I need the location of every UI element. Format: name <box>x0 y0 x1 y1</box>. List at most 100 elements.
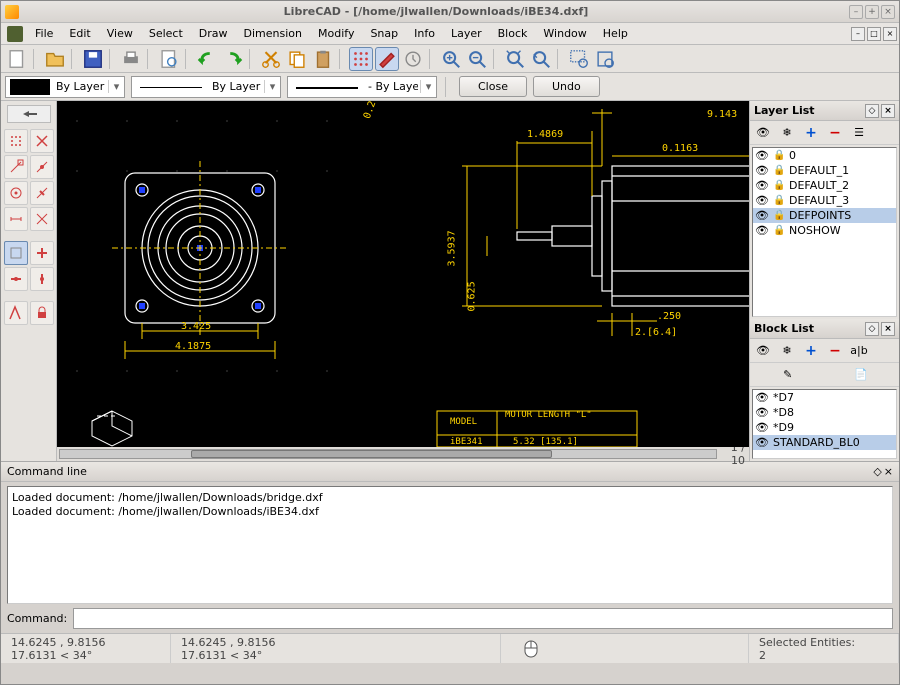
new-file-button[interactable] <box>5 47 29 71</box>
lock-icon[interactable]: 🔒 <box>773 225 785 236</box>
block-row[interactable]: 👁*D8 <box>753 405 896 420</box>
menu-edit[interactable]: Edit <box>61 25 98 42</box>
layer-list[interactable]: 👁🔒0 👁🔒DEFAULT_1 👁🔒DEFAULT_2 👁🔒DEFAULT_3 … <box>752 147 897 317</box>
eye-icon[interactable]: 👁 <box>755 436 769 449</box>
lock-icon[interactable]: 🔒 <box>773 210 785 221</box>
menu-info[interactable]: Info <box>406 25 443 42</box>
block-row[interactable]: 👁STANDARD_BL0 <box>753 435 896 450</box>
undo-button[interactable] <box>195 47 219 71</box>
relative-zero-tool[interactable] <box>4 301 28 325</box>
zoom-pan-button[interactable] <box>593 47 617 71</box>
restrict-nothing-tool[interactable] <box>4 241 28 265</box>
menu-view[interactable]: View <box>99 25 141 42</box>
panel-float-icon[interactable]: ◇ <box>865 104 879 118</box>
menu-file[interactable]: File <box>27 25 61 42</box>
block-row[interactable]: 👁*D7 <box>753 390 896 405</box>
statusbar-toggle-button[interactable] <box>401 47 425 71</box>
open-file-button[interactable] <box>43 47 67 71</box>
menu-modify[interactable]: Modify <box>310 25 362 42</box>
command-input[interactable] <box>73 608 893 629</box>
command-log[interactable]: Loaded document: /home/jlwallen/Download… <box>7 486 893 604</box>
mdi-close-button[interactable]: × <box>883 27 897 41</box>
eye-icon[interactable]: 👁 <box>755 164 769 177</box>
snap-middle-tool[interactable] <box>30 181 54 205</box>
block-list[interactable]: 👁*D7 👁*D8 👁*D9 👁STANDARD_BL0 <box>752 389 897 459</box>
chevron-down-icon[interactable]: ▾ <box>108 80 124 93</box>
insert-block-button[interactable]: 📄 <box>850 365 872 385</box>
paste-button[interactable] <box>311 47 335 71</box>
chevron-down-icon[interactable]: ▾ <box>420 80 436 93</box>
linetype-value[interactable] <box>210 78 264 95</box>
lock-icon[interactable]: 🔒 <box>773 195 785 206</box>
remove-block-button[interactable]: − <box>824 341 846 361</box>
scrollbar-thumb[interactable] <box>191 450 552 458</box>
linewidth-value[interactable] <box>366 78 420 95</box>
eye-icon[interactable]: 👁 <box>755 421 769 434</box>
lock-icon[interactable]: 🔒 <box>773 165 785 176</box>
rename-block-button[interactable]: a|b <box>848 341 870 361</box>
save-file-button[interactable] <box>81 47 105 71</box>
menu-dimension[interactable]: Dimension <box>236 25 310 42</box>
restrict-orthogonal-tool[interactable] <box>30 241 54 265</box>
minimize-button[interactable]: – <box>849 5 863 19</box>
draft-mode-button[interactable] <box>375 47 399 71</box>
close-button[interactable]: Close <box>459 76 527 97</box>
add-block-button[interactable]: + <box>800 341 822 361</box>
zoom-previous-button[interactable] <box>529 47 553 71</box>
layer-row[interactable]: 👁🔒DEFAULT_2 <box>753 178 896 193</box>
print-button[interactable] <box>119 47 143 71</box>
lock-icon[interactable]: 🔒 <box>773 180 785 191</box>
undo-button-2[interactable]: Undo <box>533 76 600 97</box>
print-preview-button[interactable] <box>157 47 181 71</box>
panel-close-icon[interactable]: × <box>881 104 895 118</box>
zoom-auto-button[interactable] <box>503 47 527 71</box>
eye-icon[interactable]: 👁 <box>755 179 769 192</box>
eye-icon[interactable]: 👁 <box>755 391 769 404</box>
block-visibility-icon[interactable]: 👁 <box>752 341 774 361</box>
layer-attributes-button[interactable]: ☰ <box>848 123 870 143</box>
cut-button[interactable] <box>259 47 283 71</box>
menu-help[interactable]: Help <box>595 25 636 42</box>
snap-intersection-tool[interactable] <box>30 207 54 231</box>
eye-icon[interactable]: 👁 <box>755 194 769 207</box>
restrict-vertical-tool[interactable] <box>30 267 54 291</box>
eye-icon[interactable]: 👁 <box>755 209 769 222</box>
layer-freeze-icon[interactable]: ❄ <box>776 123 798 143</box>
redo-button[interactable] <box>221 47 245 71</box>
add-layer-button[interactable]: + <box>800 123 822 143</box>
menu-draw[interactable]: Draw <box>191 25 236 42</box>
lock-icon[interactable]: 🔒 <box>773 150 785 161</box>
layer-row[interactable]: 👁🔒NOSHOW <box>753 223 896 238</box>
layer-row[interactable]: 👁🔒DEFAULT_1 <box>753 163 896 178</box>
close-window-button[interactable]: × <box>881 5 895 19</box>
tool-back-button[interactable] <box>7 105 51 123</box>
snap-endpoint-tool[interactable] <box>4 155 28 179</box>
menu-block[interactable]: Block <box>490 25 536 42</box>
linetype-selector[interactable]: ▾ <box>131 76 281 98</box>
menu-snap[interactable]: Snap <box>362 25 406 42</box>
panel-float-icon[interactable]: ◇ <box>873 465 881 478</box>
eye-icon[interactable]: 👁 <box>755 149 769 162</box>
eye-icon[interactable]: 👁 <box>755 224 769 237</box>
color-selector[interactable]: ▾ <box>5 76 125 98</box>
horizontal-scrollbar[interactable]: 1 / 10 <box>57 447 749 461</box>
eye-icon[interactable]: 👁 <box>755 406 769 419</box>
menu-layer[interactable]: Layer <box>443 25 490 42</box>
color-value[interactable] <box>54 78 108 95</box>
snap-free-tool[interactable] <box>30 129 54 153</box>
snap-distance-tool[interactable] <box>4 207 28 231</box>
layer-row[interactable]: 👁🔒DEFAULT_3 <box>753 193 896 208</box>
chevron-down-icon[interactable]: ▾ <box>264 80 280 93</box>
panel-close-icon[interactable]: × <box>881 322 895 336</box>
zoom-window-button[interactable] <box>567 47 591 71</box>
zoom-out-button[interactable] <box>465 47 489 71</box>
menu-select[interactable]: Select <box>141 25 191 42</box>
menu-window[interactable]: Window <box>535 25 594 42</box>
block-freeze-icon[interactable]: ❄ <box>776 341 798 361</box>
remove-layer-button[interactable]: − <box>824 123 846 143</box>
layer-row[interactable]: 👁🔒0 <box>753 148 896 163</box>
maximize-button[interactable]: + <box>865 5 879 19</box>
zoom-in-button[interactable] <box>439 47 463 71</box>
drawing-area[interactable]: 0.2725 1.4869 9.143 0.1163 3.5937 0.625 … <box>57 101 749 461</box>
mdi-minimize-button[interactable]: – <box>851 27 865 41</box>
